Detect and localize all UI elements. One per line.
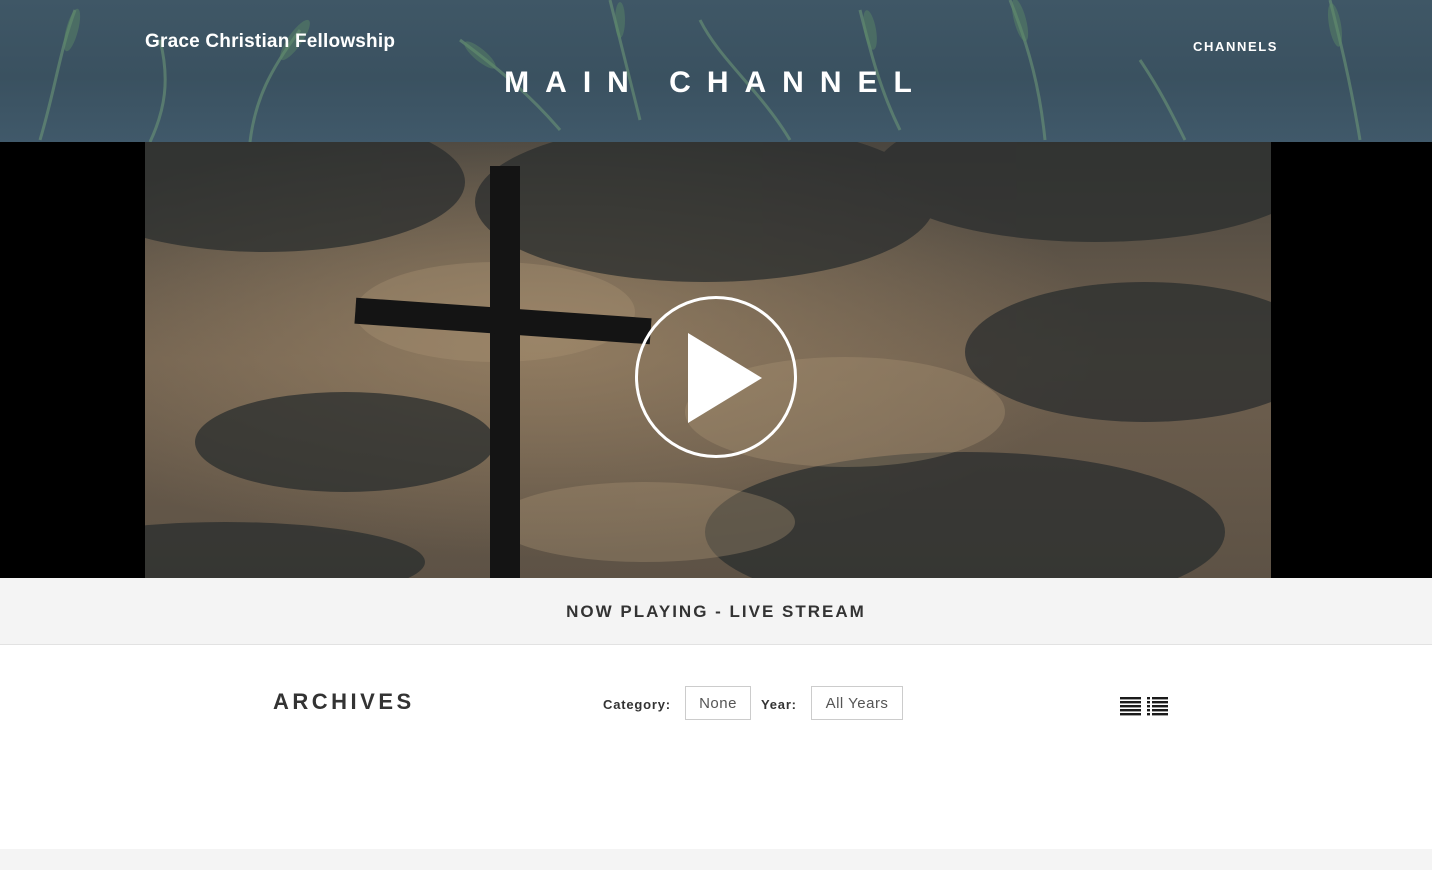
detail-list-view-icon[interactable] [1147,697,1169,716]
play-button[interactable] [635,296,797,458]
now-playing-label: NOW PLAYING - LIVE STREAM [566,602,866,621]
now-playing-bar: NOW PLAYING - LIVE STREAM [0,578,1432,645]
header-banner: Grace Christian Fellowship CHANNELS MAIN… [0,0,1432,142]
year-label: Year: [761,697,797,712]
year-select[interactable]: All Years [811,686,903,720]
category-label: Category: [603,697,671,712]
site-brand-link[interactable]: Grace Christian Fellowship [145,31,395,53]
nav-channels-link[interactable]: CHANNELS [1193,39,1278,54]
archives-heading: ARCHIVES [273,689,415,714]
play-icon [688,333,762,423]
footer-band [0,849,1432,870]
list-view-icon[interactable] [1120,697,1142,716]
category-select[interactable]: None [685,686,751,720]
video-player[interactable] [0,142,1432,578]
page-title: MAIN CHANNEL [504,66,928,99]
video-poster[interactable] [145,142,1271,578]
